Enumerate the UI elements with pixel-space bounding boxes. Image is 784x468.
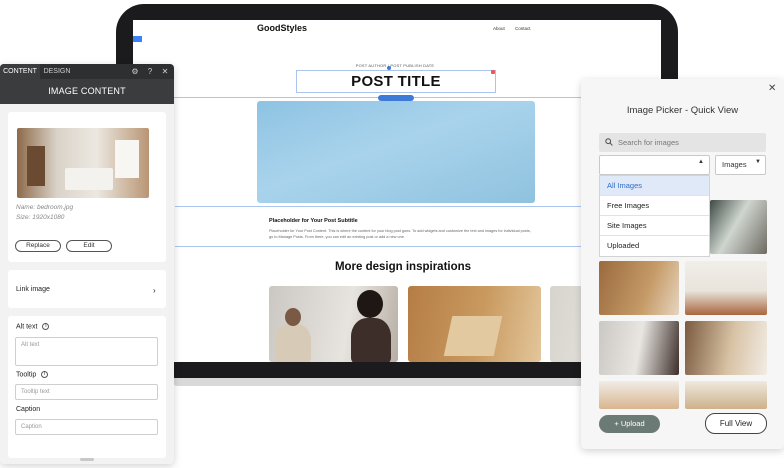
- source-dropdown[interactable]: [599, 155, 710, 175]
- inspiration-card[interactable]: [408, 286, 541, 362]
- type-dropdown[interactable]: Images: [715, 155, 766, 175]
- panel-header: IMAGE CONTENT: [0, 79, 174, 104]
- tooltip-input[interactable]: Tooltip text: [15, 384, 158, 400]
- plus-icon: +: [614, 419, 619, 428]
- window-shape: [115, 140, 139, 178]
- picker-title: Image Picker - Quick View: [626, 105, 739, 116]
- caption-label: Caption: [16, 406, 41, 413]
- close-icon[interactable]: ✕: [158, 64, 172, 79]
- full-view-button[interactable]: Full View: [705, 413, 767, 434]
- replace-button[interactable]: Replace: [15, 240, 61, 252]
- image-tile[interactable]: [710, 200, 767, 254]
- menu-item-uploaded[interactable]: Uploaded: [600, 236, 709, 256]
- tab-design[interactable]: DESIGN: [40, 64, 74, 79]
- source-menu: All Images Free Images Site Images Uploa…: [599, 175, 710, 257]
- search-icon: [605, 138, 613, 146]
- image-tile[interactable]: [685, 261, 767, 315]
- nav-contact[interactable]: Contact: [515, 26, 531, 31]
- tooltip-label-row: Tooltip i: [16, 371, 49, 379]
- post-body: Placeholder for Your Post Content. This …: [269, 229, 531, 239]
- image-tile[interactable]: [599, 381, 679, 409]
- upload-button[interactable]: + Upload: [599, 415, 660, 433]
- resize-handle[interactable]: [80, 458, 94, 461]
- menu-item-all-images[interactable]: All Images: [600, 176, 709, 196]
- image-settings-panel: CONTENT DESIGN ⚙ ? ✕ IMAGE CONTENT Name:…: [0, 64, 174, 464]
- bed-shape: [65, 168, 113, 190]
- post-meta: POST AUTHOR | POST PUBLISH DATE: [355, 63, 435, 68]
- chevron-down-icon[interactable]: ▼: [755, 159, 761, 165]
- info-icon[interactable]: i: [41, 371, 49, 378]
- person-figure: [351, 318, 391, 362]
- chevron-up-icon[interactable]: ▲: [698, 159, 704, 165]
- image-thumbnail[interactable]: [17, 128, 149, 198]
- alt-text-input[interactable]: Alt text: [15, 337, 158, 366]
- person-head: [285, 308, 301, 326]
- close-icon[interactable]: ✕: [768, 83, 776, 94]
- image-picker-panel: ✕ Image Picker - Quick View Search for i…: [581, 79, 784, 449]
- search-input[interactable]: Search for images: [599, 133, 766, 152]
- person-head: [357, 290, 383, 318]
- tab-content[interactable]: CONTENT: [0, 64, 40, 79]
- image-size: Size: 1920x1080: [16, 214, 65, 221]
- tooltip-label: Tooltip: [16, 371, 37, 379]
- person-figure: [275, 324, 311, 362]
- link-image-label: Link image: [16, 286, 50, 293]
- menu-item-free-images[interactable]: Free Images: [600, 196, 709, 216]
- inspiration-card[interactable]: [269, 286, 398, 362]
- image-tile[interactable]: [599, 261, 679, 315]
- help-icon[interactable]: ?: [143, 64, 157, 79]
- caption-input[interactable]: Caption: [15, 419, 158, 435]
- edit-button[interactable]: Edit: [66, 240, 112, 252]
- hero-image[interactable]: [257, 101, 535, 203]
- info-icon[interactable]: i: [42, 323, 50, 330]
- edit-flag[interactable]: [133, 36, 142, 42]
- alt-text-label: Alt text: [16, 323, 38, 331]
- post-title[interactable]: POST TITLE: [296, 73, 496, 90]
- image-tile[interactable]: [685, 321, 767, 375]
- wardrobe-shape: [27, 146, 45, 186]
- chair-shape: [443, 316, 503, 356]
- gear-icon[interactable]: ⚙: [128, 64, 142, 79]
- nav-about[interactable]: About: [493, 26, 505, 31]
- image-tile[interactable]: [685, 381, 767, 409]
- menu-item-site-images[interactable]: Site Images: [600, 216, 709, 236]
- site-logo[interactable]: GoodStyles: [257, 23, 307, 33]
- selection-handle-top[interactable]: [387, 66, 391, 70]
- laptop-base: [170, 378, 590, 386]
- image-name: Name: bedroom.jpg: [16, 204, 74, 211]
- post-subtitle: Placeholder for Your Post Subtitle: [269, 218, 358, 224]
- chevron-right-icon[interactable]: ›: [153, 286, 156, 295]
- alt-text-label-row: Alt text i: [16, 323, 50, 331]
- upload-label: Upload: [620, 419, 645, 428]
- more-heading: More design inspirations: [334, 261, 472, 273]
- image-tile[interactable]: [599, 321, 679, 375]
